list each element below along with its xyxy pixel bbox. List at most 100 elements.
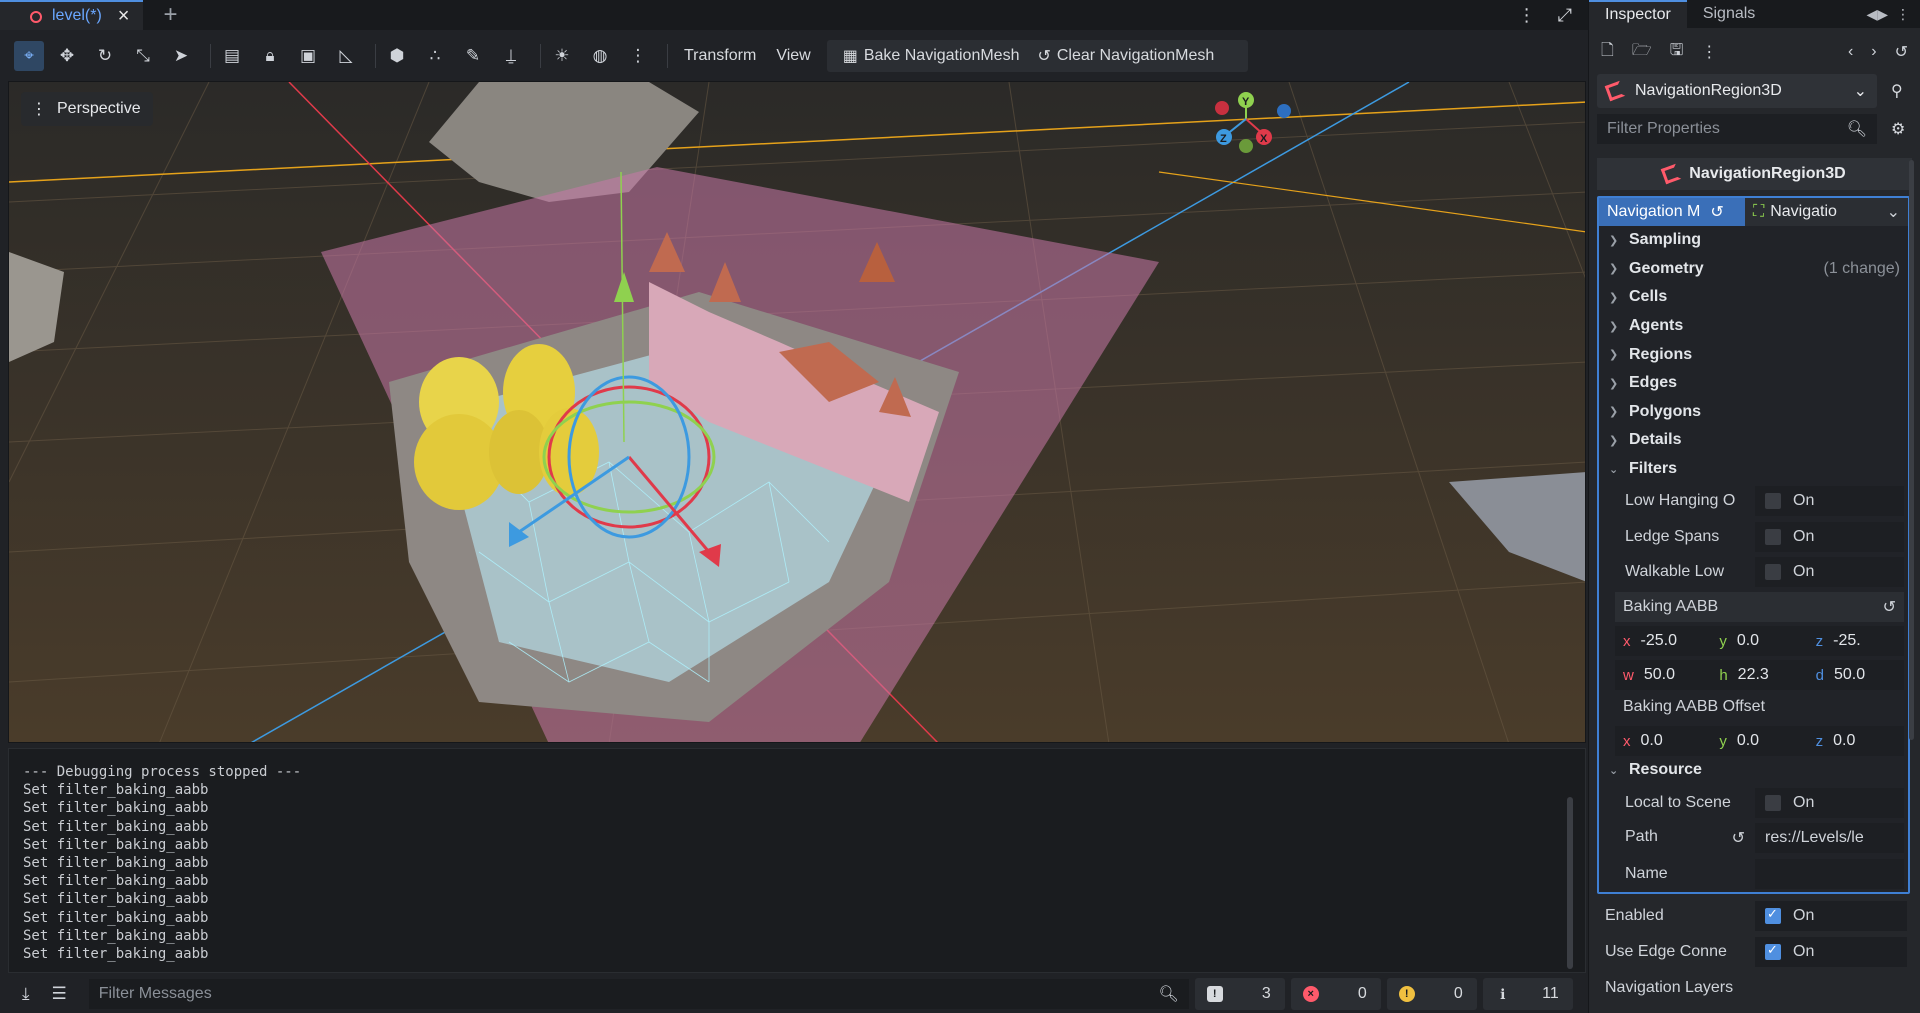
pen-icon[interactable]: ✎ — [458, 41, 488, 71]
group-icon[interactable]: ▣ — [293, 41, 323, 71]
errors-toggle[interactable]: × 0 — [1290, 978, 1381, 1010]
section-agents[interactable]: ❯ Agents — [1599, 312, 1908, 341]
section-resource[interactable]: ⌄ Resource — [1599, 756, 1908, 785]
aabb-x-field[interactable]: x -25.0 — [1615, 632, 1711, 650]
chevron-right-icon: ❯ — [1609, 263, 1619, 276]
dock-move-icon[interactable]: ◀▶ — [1866, 6, 1888, 23]
new-resource-icon[interactable]: 🗋︎ — [1601, 39, 1614, 66]
prop-label: Use Edge Conne — [1605, 942, 1727, 960]
add-tab-button[interactable]: + — [163, 1, 177, 29]
inspector-scrollbar[interactable] — [1909, 160, 1914, 740]
section-filters[interactable]: ⌄ Filters — [1599, 455, 1908, 484]
lock-icon[interactable]: 🔒︎ — [255, 41, 285, 71]
history-forward-icon[interactable]: › — [1871, 43, 1876, 61]
distraction-free-icon[interactable]: ⤢ — [1558, 5, 1572, 26]
bake-navmesh-button[interactable]: ▦ Bake NavigationMesh — [837, 46, 1026, 66]
prop-navigation-layers[interactable]: Navigation Layers — [1589, 970, 1920, 1006]
offset-x-field[interactable]: x 0.0 — [1615, 732, 1711, 750]
snap-icon[interactable]: ∴ — [420, 41, 450, 71]
section-geometry[interactable]: ❯ Geometry (1 change) — [1599, 255, 1908, 284]
prop-local-to-scene: Local to Scene On — [1599, 785, 1908, 821]
info-toggle[interactable]: ℹ 11 — [1482, 978, 1573, 1010]
viewport-toolbar: ⌖ ✥ ↻ ⤡ ➤ ▤ 🔒︎ ▣ ◺ ⬢ ∴ ✎ ⍊ ☀ ◍ ⋮ Transfo… — [0, 38, 1588, 74]
baking-aabb-header: Baking AABB ↺ — [1615, 592, 1904, 623]
section-regions[interactable]: ❯ Regions — [1599, 340, 1908, 369]
tune-icon[interactable]: ⚙ — [1891, 119, 1905, 139]
more-options-icon[interactable]: ⋮ — [1518, 5, 1536, 26]
pin-icon[interactable]: ⍊ — [496, 41, 526, 71]
axis-x-label: x — [1623, 632, 1631, 650]
enabled-toggle[interactable]: On — [1755, 900, 1907, 931]
move-mode-icon[interactable]: ✥ — [52, 41, 82, 71]
section-sampling[interactable]: ❯ Sampling — [1599, 226, 1908, 255]
all-messages-toggle[interactable]: ! 3 — [1194, 978, 1285, 1010]
view-menu[interactable]: View — [766, 47, 820, 65]
scene-render: Y Z X — [9, 82, 1585, 742]
aabb-h-field[interactable]: h 22.3 — [1711, 666, 1807, 684]
section-edges[interactable]: ❯ Edges — [1599, 369, 1908, 398]
path-field[interactable]: res://Levels/le — [1755, 823, 1904, 854]
save-icon[interactable]: 🖫︎ — [1670, 39, 1684, 66]
transform-menu[interactable]: Transform — [674, 47, 766, 65]
output-scrollbar[interactable] — [1567, 797, 1573, 969]
node-selector[interactable]: NavigationRegion3D ⌄ — [1597, 74, 1877, 108]
navigation-mesh-resource-picker[interactable]: ⛶ Navigatio ⌄ — [1745, 198, 1908, 226]
output-log: --- Debugging process stopped --- Set fil… — [23, 763, 301, 963]
section-label: Polygons — [1629, 402, 1702, 420]
3d-viewport[interactable]: Y Z X ⋮ Perspective — [8, 81, 1586, 743]
indent-icon[interactable]: ☰ — [52, 984, 67, 1004]
all-messages-count: 3 — [1261, 985, 1271, 1002]
checkbox-checked — [1765, 906, 1781, 924]
select-mode-icon[interactable]: ⌖ — [14, 41, 44, 71]
measure-icon[interactable]: ◺ — [331, 41, 361, 71]
use-edge-toggle[interactable]: On — [1755, 936, 1907, 967]
revert-icon[interactable]: ↺ — [1732, 828, 1745, 848]
filter-properties-input[interactable]: Filter Properties 🔍︎ — [1597, 114, 1877, 144]
section-cells[interactable]: ❯ Cells — [1599, 283, 1908, 312]
navigation-mesh-label[interactable]: Navigation M ↺ — [1599, 198, 1745, 226]
aabb-z-field[interactable]: z -25. — [1808, 632, 1904, 650]
list-select-icon[interactable]: ➤ — [166, 41, 196, 71]
offset-z-field[interactable]: z 0.0 — [1808, 732, 1904, 750]
environment-preview-icon[interactable]: ◍ — [585, 41, 615, 71]
aabb-w-field[interactable]: w 50.0 — [1615, 666, 1711, 684]
sun-preview-icon[interactable]: ☀ — [547, 41, 577, 71]
prop-low-hanging-obstacles: Low Hanging O On — [1599, 483, 1908, 519]
ruler-icon[interactable]: ▤ — [217, 41, 247, 71]
section-details[interactable]: ❯ Details — [1599, 426, 1908, 455]
dock-menu-icon[interactable]: ⋮ — [1896, 6, 1910, 23]
aabb-y-field[interactable]: y 0.0 — [1711, 632, 1807, 650]
perspective-menu-button[interactable]: ⋮ Perspective — [21, 92, 153, 126]
scale-mode-icon[interactable]: ⤡ — [128, 41, 158, 71]
warnings-toggle[interactable]: ! 0 — [1386, 978, 1477, 1010]
scene-tab-level[interactable]: level(*) × — [0, 0, 144, 30]
revert-icon[interactable]: ↺ — [1883, 597, 1896, 617]
offset-z-value: 0.0 — [1833, 732, 1856, 750]
filter-messages-input[interactable]: Filter Messages 🔍︎ — [88, 979, 1189, 1009]
tab-inspector[interactable]: Inspector — [1589, 0, 1687, 28]
name-field[interactable] — [1755, 858, 1904, 889]
local-to-scene-toggle[interactable]: On — [1755, 787, 1904, 818]
history-back-icon[interactable]: ‹ — [1848, 43, 1853, 61]
warning-icon: ! — [1398, 986, 1415, 1002]
history-icon[interactable]: ↺ — [1895, 42, 1908, 62]
low-hanging-toggle[interactable]: On — [1755, 486, 1904, 517]
section-polygons[interactable]: ❯ Polygons — [1599, 398, 1908, 427]
open-folder-icon[interactable]: 🗁︎ — [1632, 39, 1652, 66]
tab-signals[interactable]: Signals — [1687, 0, 1771, 28]
rotate-mode-icon[interactable]: ↻ — [90, 41, 120, 71]
ledge-spans-toggle[interactable]: On — [1755, 521, 1904, 552]
aabb-d-field[interactable]: d 50.0 — [1808, 666, 1904, 684]
more-icon[interactable]: ⋮ — [623, 41, 653, 71]
walkable-low-toggle[interactable]: On — [1755, 557, 1904, 588]
close-icon[interactable]: × — [118, 5, 130, 28]
filter-properties-placeholder: Filter Properties — [1607, 120, 1720, 137]
local-space-icon[interactable]: ⬢ — [382, 41, 412, 71]
more-icon[interactable]: ⋮ — [1701, 42, 1717, 62]
clear-output-icon[interactable]: ⤓ — [22, 984, 30, 1004]
revert-icon[interactable]: ↺ — [1710, 202, 1723, 222]
info-count: 11 — [1542, 985, 1559, 1002]
object-properties-icon[interactable]: ⚲ — [1891, 81, 1903, 101]
clear-navmesh-button[interactable]: ↺ Clear NavigationMesh — [1031, 46, 1220, 66]
offset-y-field[interactable]: y 0.0 — [1711, 732, 1807, 750]
